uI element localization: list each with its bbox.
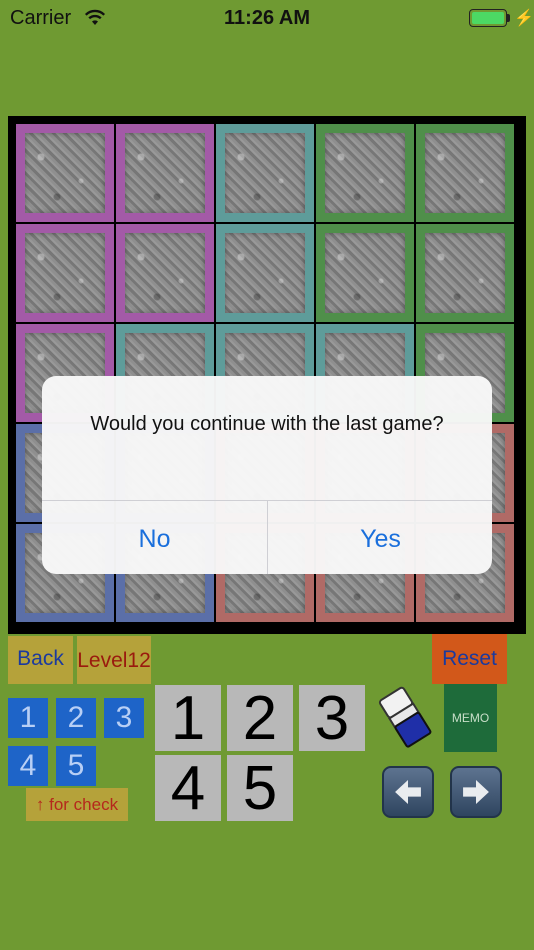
memo-button[interactable]: MEMO (444, 684, 497, 752)
stone-tile (425, 133, 505, 213)
board-cell[interactable] (116, 124, 214, 222)
level-label: Level12 (77, 636, 151, 684)
arrow-left-icon (395, 780, 421, 804)
big-number-3-button[interactable]: 3 (299, 685, 365, 753)
continue-dialog: Would you continue with the last game? N… (42, 376, 492, 574)
small-number-5-button[interactable]: 5 (56, 746, 96, 786)
stone-tile (125, 133, 205, 213)
board-cell[interactable] (16, 124, 114, 222)
back-button[interactable]: Back (8, 636, 73, 684)
board-cell[interactable] (216, 124, 314, 222)
check-hint-label: ↑ for check (26, 788, 128, 821)
charging-icon: ⚡ (514, 10, 534, 27)
stone-tile (425, 233, 505, 313)
big-number-4-button[interactable]: 4 (155, 755, 221, 823)
big-number-5-button[interactable]: 5 (227, 755, 293, 823)
board-cell[interactable] (16, 224, 114, 322)
board-cell[interactable] (316, 124, 414, 222)
board-cell[interactable] (216, 224, 314, 322)
big-number-2-button[interactable]: 2 (227, 685, 293, 753)
battery-icon (469, 9, 507, 27)
small-number-2-button[interactable]: 2 (56, 698, 96, 738)
stone-tile (25, 133, 105, 213)
stone-tile (25, 233, 105, 313)
stone-tile (125, 233, 205, 313)
board-cell[interactable] (416, 124, 514, 222)
small-number-1-button[interactable]: 1 (8, 698, 48, 738)
stone-tile (225, 233, 305, 313)
small-number-4-button[interactable]: 4 (8, 746, 48, 786)
eraser-icon[interactable] (378, 684, 432, 750)
yes-button[interactable]: Yes (268, 500, 492, 574)
board-cell[interactable] (416, 224, 514, 322)
dialog-message: Would you continue with the last game? (90, 413, 444, 435)
board-cell[interactable] (116, 224, 214, 322)
stone-tile (325, 133, 405, 213)
big-number-1-button[interactable]: 1 (155, 685, 221, 753)
stone-tile (325, 233, 405, 313)
arrow-left-button[interactable] (382, 766, 434, 818)
clock: 11:26 AM (224, 7, 310, 29)
arrow-right-button[interactable] (450, 766, 502, 818)
stone-tile (225, 133, 305, 213)
small-number-3-button[interactable]: 3 (104, 698, 144, 738)
board-cell[interactable] (316, 224, 414, 322)
no-button[interactable]: No (42, 500, 267, 574)
reset-button[interactable]: Reset (432, 634, 507, 684)
arrow-right-icon (463, 780, 489, 804)
battery-tip (507, 14, 510, 22)
status-bar: Carrier 11:26 AM ⚡ (0, 0, 534, 38)
